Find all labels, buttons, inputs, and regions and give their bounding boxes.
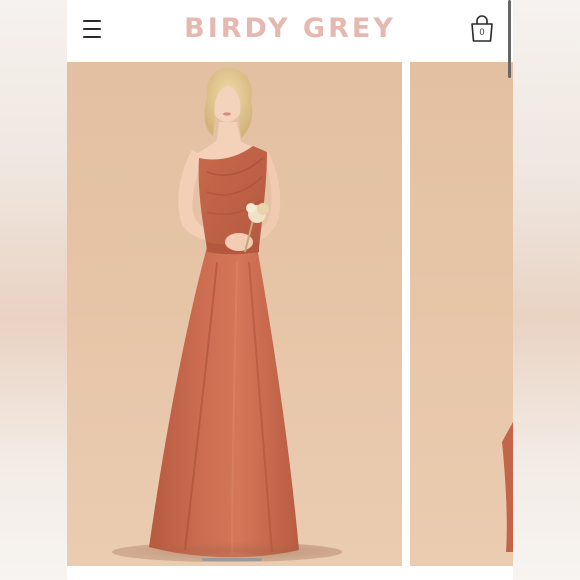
home-indicator [202,558,262,561]
background-blur-right [513,0,580,580]
product-image-carousel[interactable] [67,62,513,566]
partial-next-product-photo [502,422,513,552]
product-photo-next-peek[interactable] [410,62,513,566]
phone-screen: BIRDY GREY 0 [67,0,513,580]
brand-logo[interactable]: BIRDY GREY [67,13,513,44]
shopping-bag-icon[interactable]: 0 [469,14,495,44]
site-header: BIRDY GREY 0 [67,0,513,62]
cart-count-badge: 0 [479,27,485,37]
model-in-terracotta-one-shoulder-gown-photo [112,67,342,562]
background-blur-left [0,0,67,580]
product-photo-main[interactable] [67,62,402,566]
scrollbar[interactable] [508,0,511,78]
